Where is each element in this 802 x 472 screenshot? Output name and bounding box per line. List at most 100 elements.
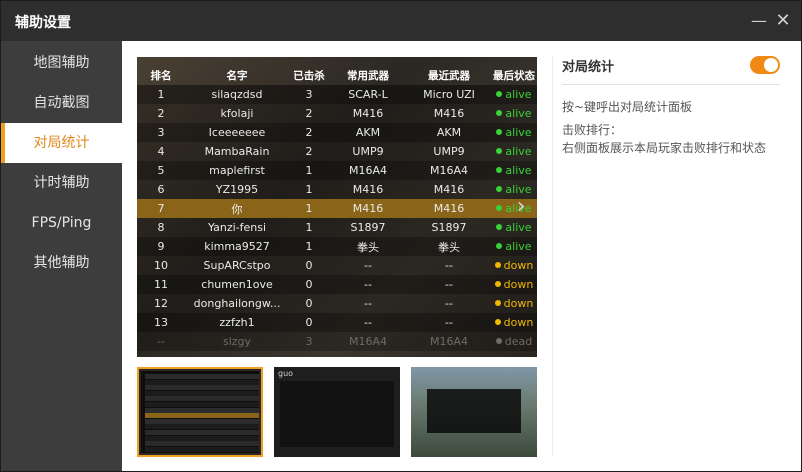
cell-rank: 10	[137, 256, 185, 275]
sidebar-item-other[interactable]: 其他辅助	[1, 243, 122, 283]
cell-recent-weapon: --	[407, 313, 491, 332]
status-text: alive	[505, 126, 532, 139]
status-text: down	[503, 297, 534, 310]
table-row: 8 Yanzi-fensi 1 S1897 S1897 alive	[137, 218, 537, 237]
status-dot-icon	[496, 243, 503, 249]
thumbnail-mini-row	[145, 390, 259, 396]
cell-status: alive	[491, 218, 537, 237]
cell-common-weapon: AKM	[329, 123, 407, 142]
settings-divider	[562, 84, 780, 85]
cell-common-weapon: 拳头	[329, 237, 407, 256]
sidebar-item-timer[interactable]: 计时辅助	[1, 163, 122, 203]
cell-status: down	[491, 275, 537, 294]
cell-kills: 2	[289, 123, 329, 142]
thumbnail-mini-row	[145, 418, 259, 424]
cell-rank: 1	[137, 85, 185, 104]
cell-common-weapon: --	[329, 275, 407, 294]
cell-status: alive	[491, 85, 537, 104]
header-recent-weapon: 最近武器	[428, 69, 470, 82]
close-icon[interactable]: ✕	[773, 11, 793, 31]
cell-status: alive	[491, 142, 537, 161]
header-name: 名字	[226, 69, 248, 82]
cell-kills: 0	[289, 256, 329, 275]
cell-name: Iceeeeeee	[185, 123, 289, 142]
header-rank: 排名	[150, 69, 172, 82]
sidebar-item-label: FPS/Ping	[31, 215, 92, 231]
match-stats-toggle[interactable]	[750, 56, 780, 74]
cell-name: silaqzdsd	[185, 85, 289, 104]
status-dot-icon	[496, 167, 503, 173]
cell-recent-weapon: M416	[407, 199, 491, 218]
next-arrow-icon[interactable]: ›	[511, 195, 531, 219]
cell-kills: 1	[289, 199, 329, 218]
cell-common-weapon: M16A4	[329, 332, 407, 351]
cell-recent-weapon: UMP9	[407, 142, 491, 161]
table-row: 3 Iceeeeeee 2 AKM AKM alive	[137, 123, 537, 142]
status-text: down	[503, 278, 534, 291]
minimize-icon[interactable]: —	[749, 11, 769, 31]
cell-rank: 7	[137, 199, 185, 218]
thumbnail-3[interactable]	[411, 367, 537, 457]
cell-status: alive	[491, 161, 537, 180]
cell-common-weapon: SCAR-L	[329, 85, 407, 104]
status-dot-icon	[496, 224, 503, 230]
cell-status: alive	[491, 237, 537, 256]
settings-window: 辅助设置 — ✕ 地图辅助 自动截图 对局统计 计时辅助 FPS/Ping 其他…	[0, 0, 802, 472]
table-header: 排名 名字 已击杀 常用武器 最近武器 最后状态	[137, 65, 537, 85]
cell-name: maplefirst	[185, 161, 289, 180]
cell-name: donghailongw...	[185, 294, 289, 313]
toggle-knob	[764, 58, 778, 72]
cell-name: kimma9527	[185, 237, 289, 256]
cell-rank: 4	[137, 142, 185, 161]
table-row: 12 donghailongw... 0 -- -- down	[137, 294, 537, 313]
status-text: alive	[505, 107, 532, 120]
cell-common-weapon: M416	[329, 199, 407, 218]
cell-status: down	[491, 294, 537, 313]
table-row: 2 kfolaji 2 M416 M416 alive	[137, 104, 537, 123]
cell-rank: 12	[137, 294, 185, 313]
sidebar-item-label: 自动截图	[33, 95, 90, 111]
sidebar-item-match-stats[interactable]: 对局统计	[1, 123, 122, 163]
sidebar-item-screenshot[interactable]: 自动截图	[1, 83, 122, 123]
header-kills: 已击杀	[293, 69, 325, 82]
sidebar-item-fps-ping[interactable]: FPS/Ping	[1, 203, 122, 243]
cell-recent-weapon: S1897	[407, 218, 491, 237]
cell-recent-weapon: M416	[407, 104, 491, 123]
status-text: alive	[505, 240, 532, 253]
cell-status: dead	[491, 332, 537, 351]
cell-kills: 1	[289, 237, 329, 256]
cell-kills: 3	[289, 85, 329, 104]
thumbnail-panel	[427, 389, 521, 433]
thumbnail-mini-row	[145, 374, 259, 379]
cell-kills: 2	[289, 104, 329, 123]
sidebar: 地图辅助 自动截图 对局统计 计时辅助 FPS/Ping 其他辅助	[1, 41, 122, 471]
window-title: 辅助设置	[15, 15, 71, 31]
status-text: down	[503, 259, 534, 272]
cell-rank: 2	[137, 104, 185, 123]
table-row: -- slzgy 3 M16A4 M16A4 dead	[137, 332, 537, 351]
cell-name: slzgy	[185, 332, 289, 351]
cell-name: chumen1ove	[185, 275, 289, 294]
thumbnail-mini-row	[145, 407, 259, 413]
cell-rank: 11	[137, 275, 185, 294]
thumbnail-2[interactable]: guo	[274, 367, 400, 457]
table-row: 5 maplefirst 1 M16A4 M16A4 alive	[137, 161, 537, 180]
cell-recent-weapon: 拳头	[407, 237, 491, 256]
status-dot-icon	[494, 319, 501, 325]
status-text: alive	[505, 164, 532, 177]
cell-common-weapon: --	[329, 294, 407, 313]
status-text: alive	[505, 221, 532, 234]
cell-recent-weapon: AKM	[407, 123, 491, 142]
thumbnail-1[interactable]	[137, 367, 263, 457]
header-common-weapon: 常用武器	[347, 69, 389, 82]
cell-kills: 3	[289, 332, 329, 351]
cell-common-weapon: M416	[329, 180, 407, 199]
table-row: 9 kimma9527 1 拳头 拳头 alive	[137, 237, 537, 256]
cell-rank: --	[137, 332, 185, 351]
status-dot-icon	[496, 148, 503, 154]
thumbnail-panel	[280, 381, 394, 447]
cell-recent-weapon: M16A4	[407, 161, 491, 180]
table-row: 10 SupARCstpo 0 -- -- down	[137, 256, 537, 275]
cell-rank: 13	[137, 313, 185, 332]
sidebar-item-map[interactable]: 地图辅助	[1, 43, 122, 83]
